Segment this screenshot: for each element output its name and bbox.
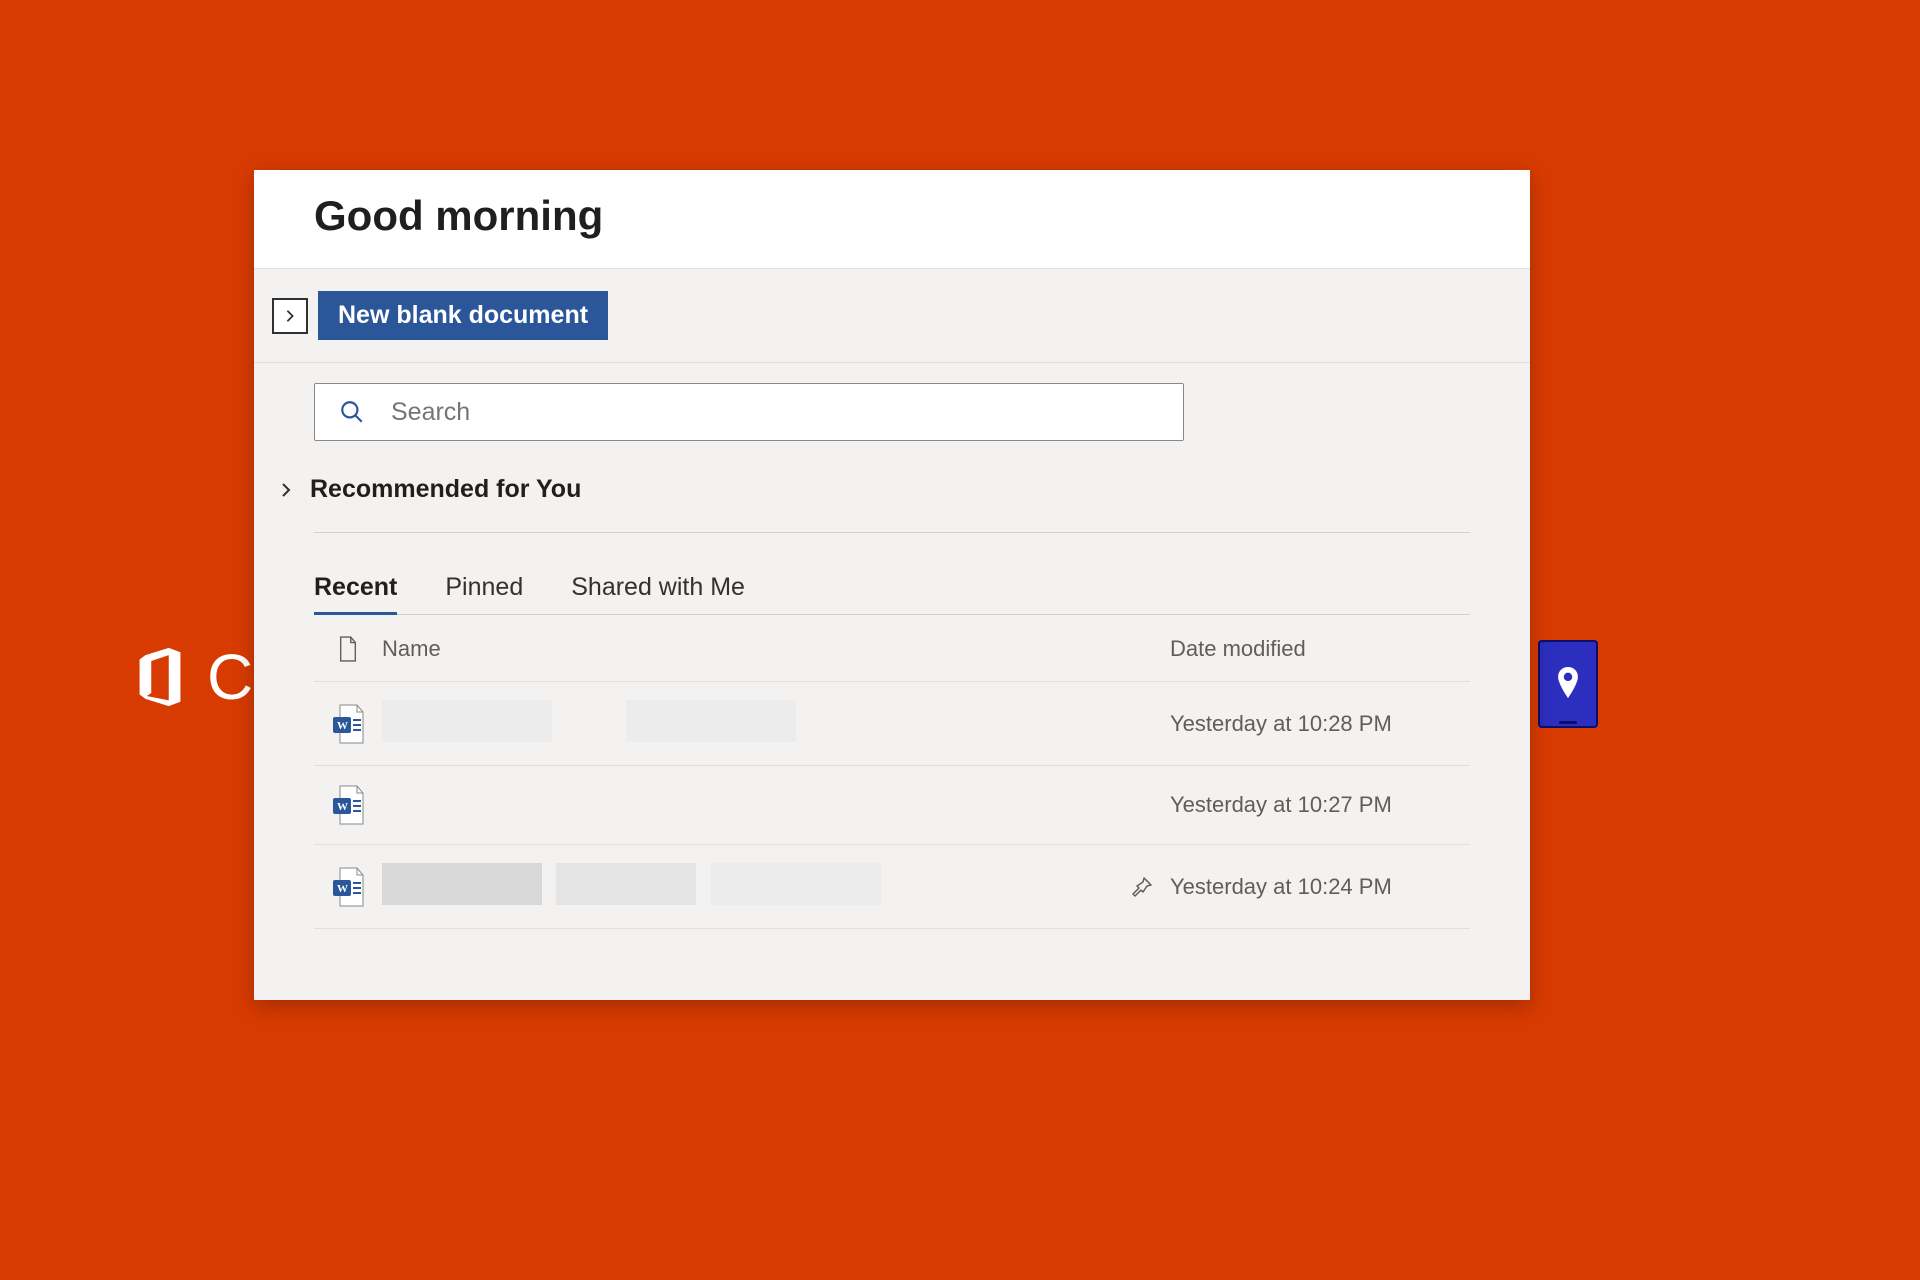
tab-recent[interactable]: Recent (314, 573, 397, 614)
tab-pinned[interactable]: Pinned (445, 573, 523, 614)
document-list-header: Name Date modified (314, 615, 1470, 682)
new-blank-document-button[interactable]: New blank document (318, 291, 608, 340)
word-document-icon: W (314, 703, 382, 745)
expand-templates-button[interactable] (272, 298, 308, 334)
svg-text:W: W (337, 801, 348, 813)
office-icon (125, 642, 195, 712)
mobile-device-icon (1538, 640, 1598, 728)
chevron-right-icon (283, 309, 297, 323)
document-name-redacted (382, 700, 1114, 747)
file-type-column-icon (314, 635, 382, 663)
document-date: Yesterday at 10:27 PM (1170, 792, 1470, 818)
greeting-text: Good morning (314, 192, 1470, 240)
chevron-right-icon (278, 482, 294, 498)
word-document-icon: W (314, 784, 382, 826)
recommended-label: Recommended for You (310, 475, 581, 504)
name-column-header[interactable]: Name (382, 636, 1114, 662)
svg-text:W: W (337, 883, 348, 895)
office-logo: C (125, 640, 253, 714)
document-row[interactable]: W Yesterday at 10:27 PM (314, 766, 1470, 845)
date-column-header[interactable]: Date modified (1170, 636, 1470, 662)
document-row[interactable]: W Yesterday at 10:24 PM (314, 845, 1470, 929)
document-name-redacted (382, 863, 1114, 910)
document-date: Yesterday at 10:24 PM (1170, 874, 1470, 900)
document-date: Yesterday at 10:28 PM (1170, 711, 1470, 737)
content-area: Recommended for You Recent Pinned Shared… (254, 363, 1530, 929)
pin-button[interactable] (1114, 875, 1170, 899)
tab-shared[interactable]: Shared with Me (571, 573, 745, 614)
word-document-icon: W (314, 866, 382, 908)
pin-icon (1130, 875, 1154, 899)
search-box[interactable] (314, 383, 1184, 441)
recommended-section-toggle[interactable]: Recommended for You (314, 475, 1470, 533)
document-row[interactable]: W Yesterday at 10:28 PM (314, 682, 1470, 766)
search-input[interactable] (391, 398, 1159, 427)
svg-text:W: W (337, 720, 348, 732)
new-document-row: New blank document (254, 269, 1530, 363)
search-icon (339, 399, 365, 425)
office-logo-text: C (207, 640, 253, 714)
card-header: Good morning (254, 170, 1530, 269)
start-screen-card: Good morning New blank document Recommen… (254, 170, 1530, 1000)
document-tabs: Recent Pinned Shared with Me (314, 573, 1470, 615)
